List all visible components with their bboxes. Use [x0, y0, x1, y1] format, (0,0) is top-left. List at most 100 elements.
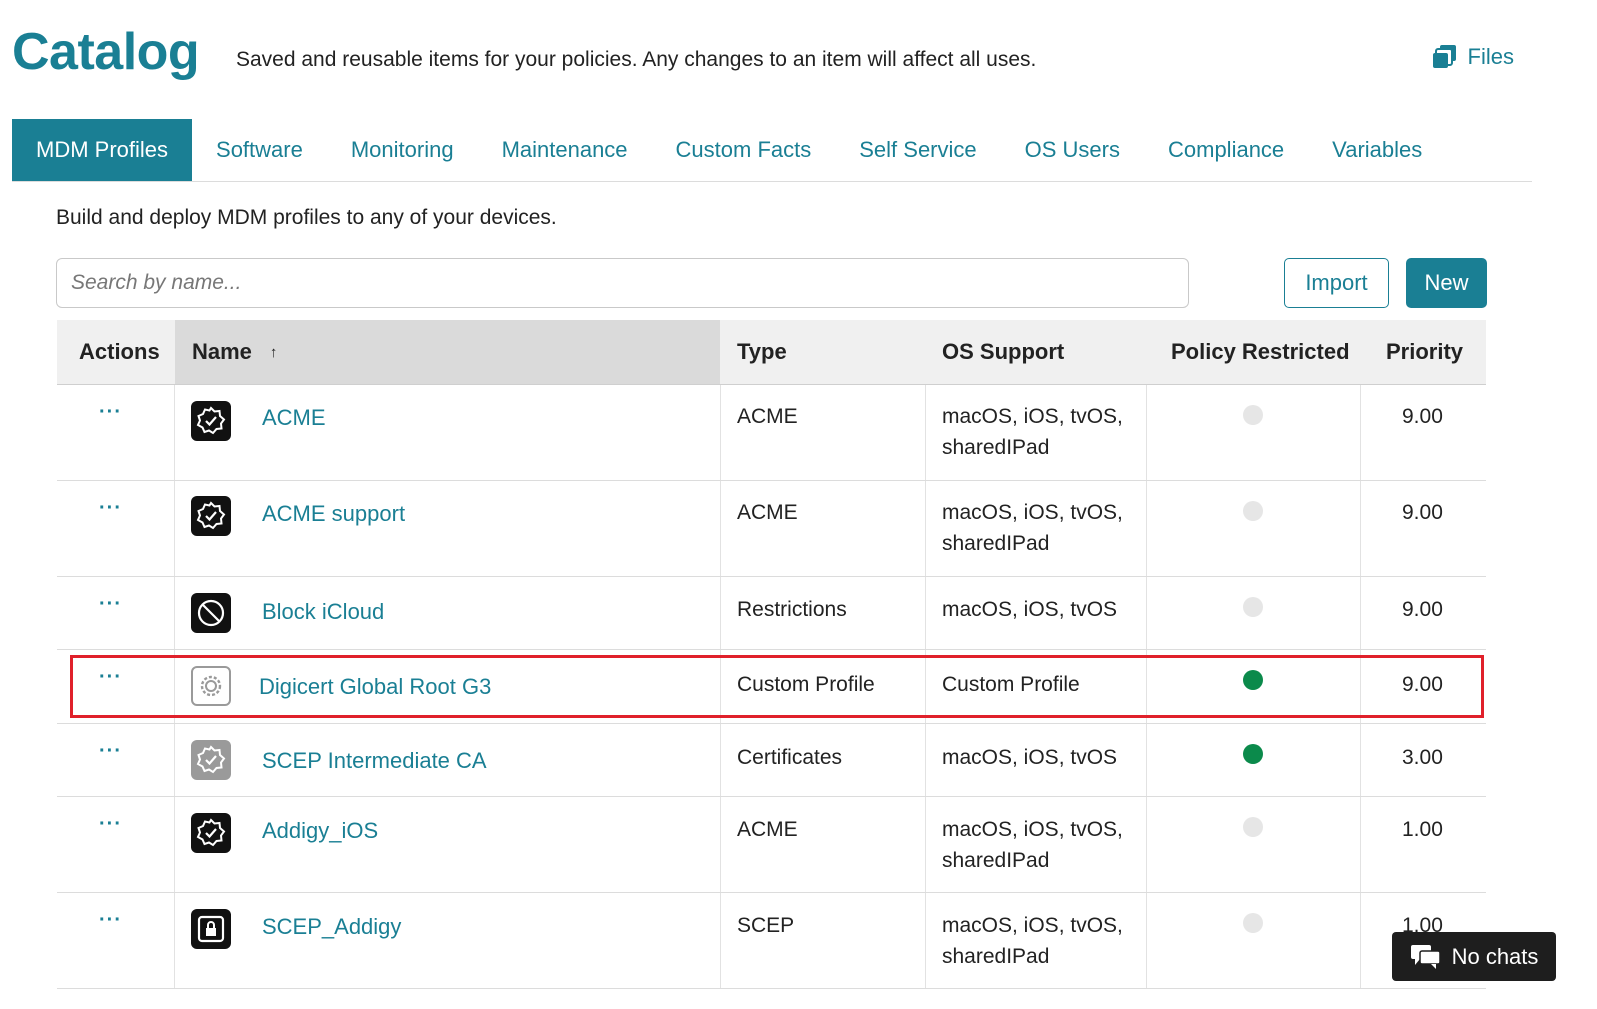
- tab-mdm-profiles[interactable]: MDM Profiles: [12, 119, 193, 181]
- files-link[interactable]: Files: [1432, 44, 1514, 70]
- profile-os-support: macOS, iOS, tvOS, sharedIPad: [942, 914, 1123, 968]
- column-divider: [174, 481, 175, 576]
- header-policy-restricted[interactable]: Policy Restricted: [1171, 320, 1350, 384]
- profile-type: ACME: [737, 818, 798, 841]
- column-divider: [720, 481, 721, 576]
- import-button[interactable]: Import: [1284, 258, 1389, 308]
- page-title: Catalog: [12, 23, 200, 81]
- profile-name-link[interactable]: SCEP_Addigy: [262, 914, 401, 940]
- column-divider: [720, 893, 721, 988]
- row-actions-menu[interactable]: ···: [99, 909, 122, 932]
- table-row[interactable]: ··· ACME ACME macOS, iOS, tvOS, sharedIP…: [57, 385, 1486, 481]
- column-divider: [720, 385, 721, 480]
- column-divider: [720, 797, 721, 892]
- profile-priority: 9.00: [1402, 501, 1443, 524]
- header-name[interactable]: Name ↑: [192, 320, 277, 384]
- new-button[interactable]: New: [1406, 258, 1487, 308]
- row-actions-menu[interactable]: ···: [99, 813, 122, 836]
- table-row[interactable]: ··· SCEP_Addigy SCEP macOS, iOS, tvOS, s…: [57, 893, 1486, 989]
- gear-icon: [191, 666, 231, 706]
- tab-monitoring[interactable]: Monitoring: [327, 119, 478, 181]
- section-description: Build and deploy MDM profiles to any of …: [56, 206, 557, 229]
- column-divider: [1146, 893, 1147, 988]
- policy-restricted-indicator: [1243, 817, 1263, 837]
- profile-type: ACME: [737, 501, 798, 524]
- tab-software[interactable]: Software: [192, 119, 327, 181]
- badge-check-icon: [191, 813, 231, 853]
- header-os-support[interactable]: OS Support: [942, 320, 1064, 384]
- profile-name-link[interactable]: ACME: [262, 405, 326, 431]
- table-row[interactable]: ··· Digicert Global Root G3 Custom Profi…: [57, 650, 1486, 724]
- row-actions-menu[interactable]: ···: [99, 740, 122, 763]
- column-divider: [925, 481, 926, 576]
- tab-os-users[interactable]: OS Users: [1001, 119, 1144, 181]
- table-row[interactable]: ··· Block iCloud Restrictions macOS, iOS…: [57, 577, 1486, 650]
- column-divider: [925, 385, 926, 480]
- header-priority[interactable]: Priority: [1386, 320, 1463, 384]
- profile-type: ACME: [737, 405, 798, 428]
- profile-name-link[interactable]: SCEP Intermediate CA: [262, 748, 487, 774]
- profile-type: Restrictions: [737, 598, 847, 621]
- profiles-table: Actions Name ↑ Type OS Support Policy Re…: [57, 320, 1486, 989]
- profile-os-support: Custom Profile: [942, 673, 1080, 696]
- catalog-tabs: MDM Profiles Software Monitoring Mainten…: [12, 119, 1532, 182]
- column-divider: [1146, 650, 1147, 723]
- column-divider: [1146, 797, 1147, 892]
- column-divider: [925, 577, 926, 649]
- profile-type: SCEP: [737, 914, 795, 937]
- row-actions-menu[interactable]: ···: [99, 401, 122, 424]
- column-divider: [1146, 577, 1147, 649]
- table-row[interactable]: ··· SCEP Intermediate CA Certificates ma…: [57, 724, 1486, 797]
- policy-restricted-indicator: [1243, 670, 1263, 690]
- policy-restricted-indicator: [1243, 405, 1263, 425]
- column-divider: [1360, 724, 1361, 796]
- profile-name-link[interactable]: Block iCloud: [262, 599, 384, 625]
- tab-compliance[interactable]: Compliance: [1144, 119, 1308, 181]
- profile-priority: 9.00: [1402, 405, 1443, 428]
- policy-restricted-indicator: [1243, 501, 1263, 521]
- profile-priority: 9.00: [1402, 598, 1443, 621]
- column-divider: [174, 385, 175, 480]
- column-divider: [174, 650, 175, 723]
- policy-restricted-indicator: [1243, 597, 1263, 617]
- column-divider: [174, 797, 175, 892]
- row-actions-menu[interactable]: ···: [99, 497, 122, 520]
- column-divider: [720, 577, 721, 649]
- lock-icon: [191, 909, 231, 949]
- table-row[interactable]: ··· Addigy_iOS ACME macOS, iOS, tvOS, sh…: [57, 797, 1486, 893]
- header-actions: Actions: [79, 339, 160, 364]
- page-header: Catalog Saved and reusable items for you…: [12, 18, 1532, 88]
- profile-name-link[interactable]: Addigy_iOS: [262, 818, 378, 844]
- search-input[interactable]: [56, 258, 1189, 308]
- column-divider: [1146, 481, 1147, 576]
- tab-self-service[interactable]: Self Service: [835, 119, 1000, 181]
- column-divider: [1360, 385, 1361, 480]
- chat-label: No chats: [1451, 943, 1539, 969]
- profile-os-support: macOS, iOS, tvOS, sharedIPad: [942, 818, 1123, 872]
- column-divider: [174, 893, 175, 988]
- files-icon: [1432, 45, 1456, 68]
- header-name-label: Name: [192, 339, 252, 364]
- chat-widget-button[interactable]: No chats: [1392, 932, 1556, 981]
- column-divider: [1360, 577, 1361, 649]
- page-subtitle: Saved and reusable items for your polici…: [236, 48, 1037, 71]
- profile-name-link[interactable]: ACME support: [262, 501, 405, 527]
- tab-custom-facts[interactable]: Custom Facts: [652, 119, 836, 181]
- table-row[interactable]: ··· ACME support ACME macOS, iOS, tvOS, …: [57, 481, 1486, 577]
- profile-os-support: macOS, iOS, tvOS, sharedIPad: [942, 501, 1123, 555]
- files-label: Files: [1467, 44, 1514, 69]
- profile-name-link[interactable]: Digicert Global Root G3: [259, 674, 491, 700]
- row-actions-menu[interactable]: ···: [99, 593, 122, 616]
- restriction-icon: [191, 593, 231, 633]
- column-divider: [925, 650, 926, 723]
- tab-variables[interactable]: Variables: [1308, 119, 1446, 181]
- header-type[interactable]: Type: [737, 320, 787, 384]
- profile-type: Certificates: [737, 746, 843, 769]
- column-divider: [1360, 797, 1361, 892]
- badge-check-icon: [191, 496, 231, 536]
- row-actions-menu[interactable]: ···: [99, 666, 122, 689]
- certificate-icon: [191, 740, 231, 780]
- column-divider: [720, 724, 721, 796]
- tab-maintenance[interactable]: Maintenance: [478, 119, 652, 181]
- policy-restricted-indicator: [1243, 744, 1263, 764]
